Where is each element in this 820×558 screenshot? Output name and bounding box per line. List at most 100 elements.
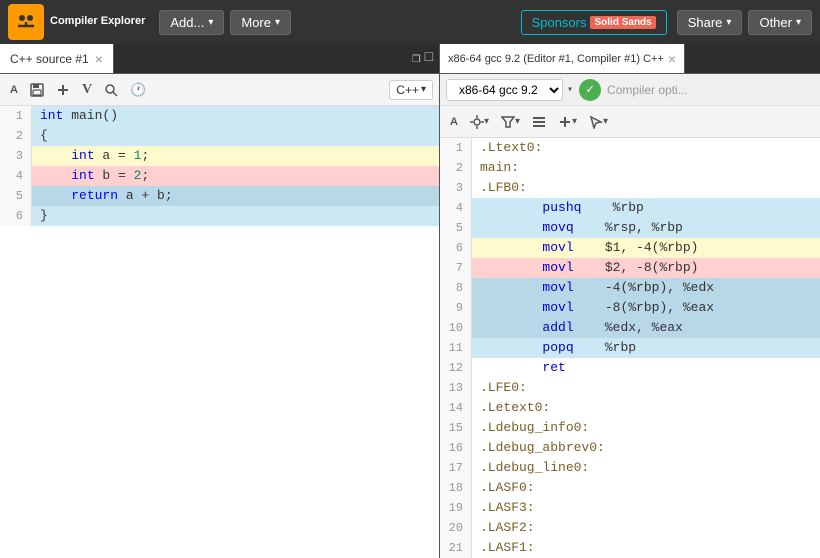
code-line-1: 1 int main()	[0, 106, 439, 126]
asm-line-num: 18	[440, 478, 472, 498]
add-button[interactable]: Add... ▾	[159, 10, 224, 35]
asm-cursor-button[interactable]: ▾	[585, 113, 612, 131]
asm-line-num: 10	[440, 318, 472, 338]
asm-settings-button[interactable]: ▾	[466, 113, 493, 131]
asm-line-content[interactable]: .LASF3:	[472, 498, 820, 518]
lang-chevron-icon: ▾	[421, 84, 426, 95]
line-content-3[interactable]: int a = 1;	[32, 146, 439, 166]
line-content-4[interactable]: int b = 2;	[32, 166, 439, 186]
compiler-options[interactable]: Compiler opti...	[607, 83, 814, 97]
main-area: C++ source #1 × ❐ □ A	[0, 44, 820, 558]
top-navbar: Compiler Explorer Add... ▾ More ▾ Sponso…	[0, 0, 820, 44]
add-chevron-icon: ▾	[208, 17, 213, 28]
save-icon	[30, 83, 44, 97]
language-selector[interactable]: C++ ▾	[389, 80, 433, 100]
asm-line: 3.LFB0:	[440, 178, 820, 198]
restore-icon[interactable]: ❐	[412, 50, 420, 67]
line-num-4: 4	[0, 166, 32, 186]
cpp-source-tab[interactable]: C++ source #1 ×	[0, 44, 114, 73]
add-icon	[56, 83, 70, 97]
asm-line-content[interactable]: movl -8(%rbp), %eax	[472, 298, 820, 318]
asm-line-num: 19	[440, 498, 472, 518]
asm-cursor-chevron-icon: ▾	[603, 116, 608, 127]
asm-line: 5 movq %rsp, %rbp	[440, 218, 820, 238]
other-chevron-icon: ▾	[796, 17, 801, 28]
maximize-icon[interactable]: □	[425, 50, 433, 67]
solid-sands-badge: Solid Sands	[590, 16, 655, 29]
cpp-source-tab-label: C++ source #1	[10, 52, 89, 66]
compiler-ok-badge: ✓	[579, 79, 601, 101]
asm-line-content[interactable]: popq %rbp	[472, 338, 820, 358]
asm-line-num: 2	[440, 158, 472, 178]
asm-line-num: 5	[440, 218, 472, 238]
asm-line-num: 1	[440, 138, 472, 158]
clock-icon: 🕐	[130, 82, 146, 98]
asm-tab[interactable]: x86-64 gcc 9.2 (Editor #1, Compiler #1) …	[440, 44, 685, 73]
line-content-2[interactable]: {	[32, 126, 439, 146]
asm-line-content[interactable]: addl %edx, %eax	[472, 318, 820, 338]
asm-line-content[interactable]: .LFB0:	[472, 178, 820, 198]
line-content-1[interactable]: int main()	[32, 106, 439, 126]
asm-columns-icon	[532, 115, 546, 129]
asm-line-content[interactable]: .Ldebug_line0:	[472, 458, 820, 478]
compiler-selector[interactable]: x86-64 gcc 9.2	[446, 79, 563, 101]
asm-add-icon	[558, 115, 572, 129]
asm-tab-bar: x86-64 gcc 9.2 (Editor #1, Compiler #1) …	[440, 44, 820, 74]
asm-line: 20.LASF2:	[440, 518, 820, 538]
asm-line-content[interactable]: .Letext0:	[472, 398, 820, 418]
asm-line-content[interactable]: movl -4(%rbp), %edx	[472, 278, 820, 298]
asm-font-button[interactable]: A	[446, 114, 462, 130]
asm-line-content[interactable]: .Ltext0:	[472, 138, 820, 158]
compiler-bar: x86-64 gcc 9.2 ▾ ✓ Compiler opti...	[440, 74, 820, 106]
asm-code-area: 1.Ltext0:2main:3.LFB0:4 pushq %rbp5 movq…	[440, 138, 820, 558]
add-button-editor[interactable]	[52, 81, 74, 99]
share-chevron-icon: ▾	[726, 17, 731, 28]
save-button[interactable]	[26, 81, 48, 99]
asm-line-content[interactable]: main:	[472, 158, 820, 178]
asm-line: 11 popq %rbp	[440, 338, 820, 358]
asm-line-content[interactable]: ret	[472, 358, 820, 378]
asm-line: 1.Ltext0:	[440, 138, 820, 158]
asm-line-content[interactable]: .Ldebug_abbrev0:	[472, 438, 820, 458]
asm-settings-icon	[470, 115, 484, 129]
line-content-5[interactable]: return a + b;	[32, 186, 439, 206]
search-button[interactable]	[100, 81, 122, 99]
asm-tab-label: x86-64 gcc 9.2 (Editor #1, Compiler #1) …	[448, 53, 664, 65]
lang-label: C++	[396, 83, 419, 97]
line-num-1: 1	[0, 106, 32, 126]
asm-line-content[interactable]: movl $2, -8(%rbp)	[472, 258, 820, 278]
compiler-explorer-logo	[8, 4, 44, 40]
asm-cursor-icon	[589, 115, 603, 129]
asm-columns-button[interactable]	[528, 113, 550, 131]
asm-line: 4 pushq %rbp	[440, 198, 820, 218]
asm-line: 12 ret	[440, 358, 820, 378]
asm-line-content[interactable]: pushq %rbp	[472, 198, 820, 218]
asm-filter-button[interactable]: ▾	[497, 113, 524, 131]
asm-line-num: 12	[440, 358, 472, 378]
asm-line-content[interactable]: movl $1, -4(%rbp)	[472, 238, 820, 258]
font-decrease-button[interactable]: A	[6, 82, 22, 98]
asm-line: 6 movl $1, -4(%rbp)	[440, 238, 820, 258]
asm-line-content[interactable]: movq %rsp, %rbp	[472, 218, 820, 238]
other-button[interactable]: Other ▾	[748, 10, 812, 35]
asm-add-button[interactable]: ▾	[554, 113, 581, 131]
bold-button[interactable]: V	[78, 80, 96, 100]
clock-button[interactable]: 🕐	[126, 80, 150, 100]
cpp-source-tab-close[interactable]: ×	[95, 51, 103, 67]
asm-line-content[interactable]: .LASF2:	[472, 518, 820, 538]
left-panel: C++ source #1 × ❐ □ A	[0, 44, 440, 558]
asm-line-content[interactable]: .LFE0:	[472, 378, 820, 398]
asm-line-content[interactable]: .Ldebug_info0:	[472, 418, 820, 438]
asm-line: 19.LASF3:	[440, 498, 820, 518]
asm-line: 21.LASF1:	[440, 538, 820, 558]
line-content-6[interactable]: }	[32, 206, 439, 226]
asm-line: 17.Ldebug_line0:	[440, 458, 820, 478]
asm-line-content[interactable]: .LASF1:	[472, 538, 820, 558]
asm-tab-close[interactable]: ×	[668, 51, 676, 67]
more-button[interactable]: More ▾	[230, 10, 291, 35]
settings-chevron-icon: ▾	[484, 116, 489, 127]
share-button[interactable]: Share ▾	[677, 10, 743, 35]
asm-line-content[interactable]: .LASF0:	[472, 478, 820, 498]
sponsors-button[interactable]: Sponsors Solid Sands	[521, 10, 667, 35]
editor-toolbar: A V	[0, 74, 439, 106]
